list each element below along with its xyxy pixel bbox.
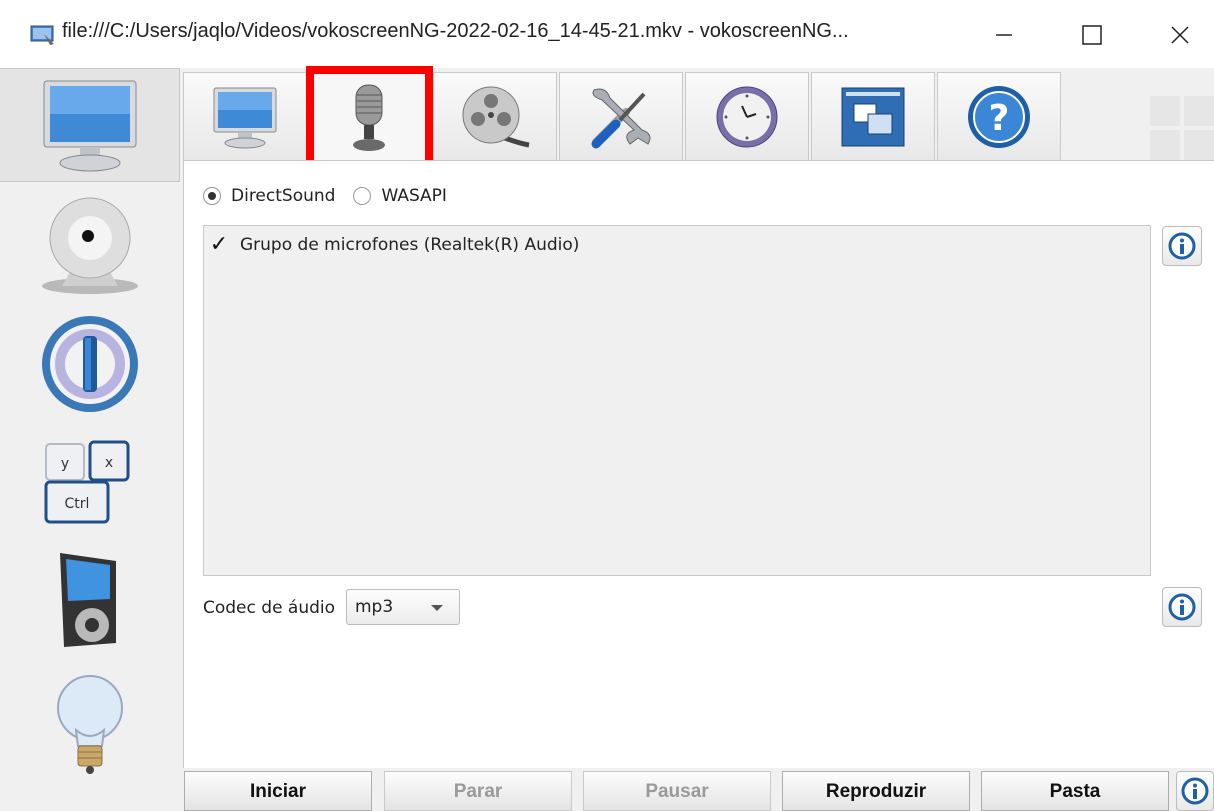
pause-button[interactable]: Pausar xyxy=(583,771,771,811)
wasapi-radio[interactable] xyxy=(353,187,372,205)
minimize-button[interactable] xyxy=(974,10,1034,60)
wasapi-label: WASAPI xyxy=(381,186,447,206)
list-item[interactable]: ✓ Grupo de microfones (Realtek(R) Audio) xyxy=(204,232,580,257)
help-icon: ? xyxy=(968,85,1030,148)
device-checkbox[interactable]: ✓ xyxy=(206,232,232,257)
tab-audio[interactable] xyxy=(307,72,431,160)
audio-backend-group: DirectSound WASAPI xyxy=(203,186,447,206)
power-ring-icon xyxy=(42,316,138,412)
title-bar: file:///C:/Users/jaqlo/Videos/vokoscreen… xyxy=(0,0,1214,68)
audio-device-list: ✓ Grupo de microfones (Realtek(R) Audio) xyxy=(203,225,1151,576)
tab-video[interactable] xyxy=(433,72,557,160)
device-info-button[interactable] xyxy=(1162,226,1202,266)
key-x: x xyxy=(105,455,113,471)
chevron-down-icon xyxy=(431,605,443,611)
close-icon xyxy=(1171,26,1189,44)
directsound-radio[interactable] xyxy=(203,187,221,205)
tab-bar: ? xyxy=(183,72,1214,160)
microphone-icon xyxy=(353,84,385,151)
webcam-icon xyxy=(42,197,138,294)
play-button[interactable]: Reproduzir xyxy=(782,771,970,811)
tab-window[interactable] xyxy=(811,72,935,160)
codec-info-button[interactable] xyxy=(1162,587,1202,627)
svg-text:?: ? xyxy=(989,98,1010,139)
screen-icon xyxy=(213,87,277,148)
keyboard-shortcuts-icon: y x Ctrl xyxy=(44,440,130,524)
sidebar-item-webcam[interactable] xyxy=(0,188,180,300)
media-player-icon xyxy=(60,553,116,647)
info-icon xyxy=(1168,593,1196,621)
directsound-label: DirectSound xyxy=(231,186,336,206)
folder-button[interactable]: Pasta xyxy=(981,771,1169,811)
monitor-icon xyxy=(43,80,136,172)
minimize-icon xyxy=(996,34,1012,36)
sidebar-item-tips[interactable] xyxy=(0,668,180,778)
close-button[interactable] xyxy=(1150,10,1210,60)
key-y: y xyxy=(61,456,69,472)
sidebar: y x Ctrl xyxy=(0,68,180,803)
codec-value: mp3 xyxy=(355,597,394,617)
sidebar-item-screen[interactable] xyxy=(0,68,180,182)
stop-button[interactable]: Parar xyxy=(384,771,572,811)
maximize-icon xyxy=(1082,25,1102,45)
start-button[interactable]: Iniciar xyxy=(184,771,372,811)
info-icon xyxy=(1168,232,1196,260)
maximize-button[interactable] xyxy=(1062,10,1122,60)
device-label: Grupo de microfones (Realtek(R) Audio) xyxy=(240,234,580,255)
tab-settings[interactable] xyxy=(559,72,683,160)
codec-label: Codec de áudio xyxy=(203,598,336,618)
main-info-button[interactable] xyxy=(1176,771,1214,811)
windows-logo-icon xyxy=(1150,96,1214,160)
film-reel-icon xyxy=(462,86,530,147)
app-icon xyxy=(30,25,54,45)
codec-select[interactable]: mp3 xyxy=(346,589,460,625)
key-ctrl: Ctrl xyxy=(65,496,90,512)
sidebar-item-player[interactable] xyxy=(0,546,180,652)
tab-timer[interactable] xyxy=(685,72,809,160)
windows-icon xyxy=(841,87,905,146)
sidebar-item-power[interactable] xyxy=(0,312,180,416)
tools-icon xyxy=(591,88,651,148)
window-title: file:///C:/Users/jaqlo/Videos/vokoscreen… xyxy=(62,20,849,42)
info-icon xyxy=(1181,777,1209,805)
clock-icon xyxy=(716,86,778,147)
sidebar-item-shortcuts[interactable]: y x Ctrl xyxy=(0,438,180,528)
tab-help[interactable]: ? xyxy=(937,72,1061,160)
lightbulb-icon xyxy=(57,675,123,774)
tab-screen[interactable] xyxy=(183,72,307,160)
